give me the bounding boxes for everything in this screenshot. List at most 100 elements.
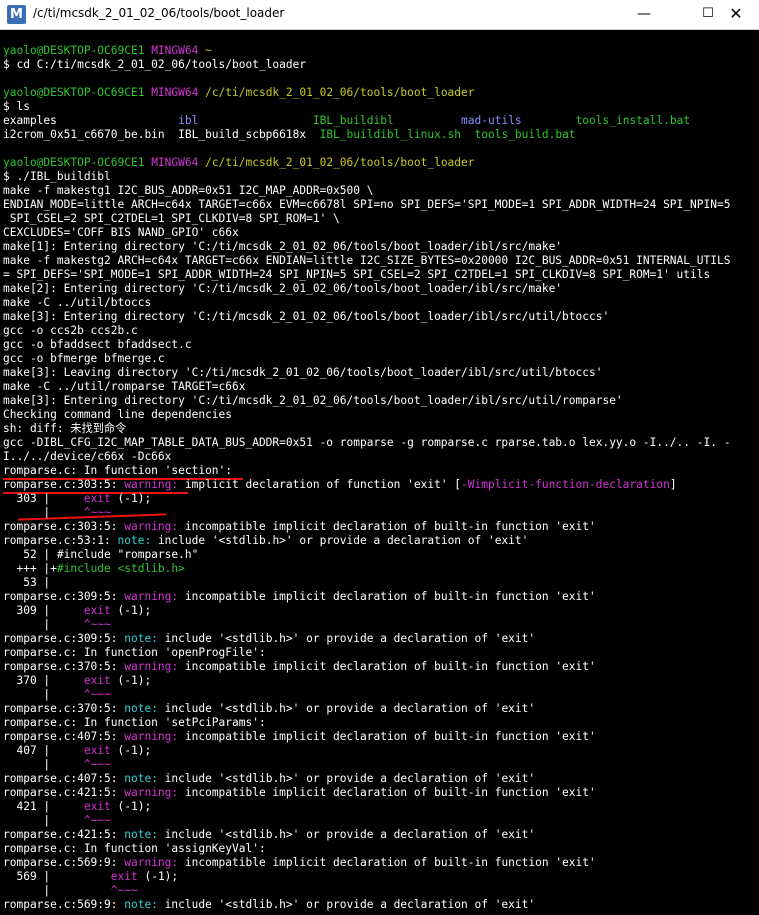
terminal-line: 52 | #include "romparse.h": [3, 548, 198, 562]
terminal-line: yaolo@DESKTOP-OC69CE1 MINGW64 /c/ti/mcsd…: [3, 86, 475, 100]
terminal-line: I../../device/c66x -Dc66x: [3, 450, 171, 464]
terminal-line: | ^~~~: [3, 814, 111, 828]
terminal-text: note:: [124, 772, 158, 785]
terminal-line: make -f makestg2 ARCH=c64x TARGET=c66x E…: [3, 254, 730, 268]
terminal-line: make[1]: Entering directory 'C:/ti/mcsdk…: [3, 240, 562, 254]
terminal-text: include '<stdlib.h>' or provide a declar…: [151, 534, 529, 547]
terminal-output[interactable]: yaolo@DESKTOP-OC69CE1 MINGW64 ~ $ cd C:/t…: [0, 30, 759, 915]
terminal-text: |: [3, 618, 84, 631]
terminal-text: incompatible implicit declaration of bui…: [178, 856, 596, 869]
terminal-text: I../../device/c66x -Dc66x: [3, 450, 172, 463]
terminal-text: (-1);: [110, 674, 152, 687]
terminal-line: 421 | exit (-1);: [3, 800, 151, 814]
terminal-text: implicit declaration of function 'exit' …: [178, 478, 462, 491]
terminal-text: romparse.c:421:5:: [3, 828, 125, 841]
terminal-line: 309 | exit (-1);: [3, 604, 151, 618]
terminal-line: SPI_CSEL=2 SPI_C2TDEL=1 SPI_CLKDIV=8 SPI…: [3, 212, 340, 226]
terminal-text: tools_build.bat: [474, 128, 576, 141]
terminal-line: = SPI_DEFS='SPI_MODE=1 SPI_ADDR_WIDTH=24…: [3, 268, 710, 282]
terminal-text: ^~~~: [83, 814, 111, 827]
terminal-line: romparse.c: In function 'setPciParams':: [3, 716, 266, 730]
title-bar[interactable]: M /c/ti/mcsdk_2_01_02_06/tools/boot_load…: [0, 0, 759, 30]
terminal-text: romparse.c:421:5:: [3, 786, 125, 799]
terminal-line: romparse.c: In function 'openProgFile':: [3, 646, 266, 660]
terminal-text: IBL_buildibl: [312, 114, 394, 127]
terminal-text: MINGW64: [151, 44, 206, 57]
terminal-line: romparse.c:407:5: warning: incompatible …: [3, 730, 596, 744]
terminal-text: 303 |: [3, 492, 84, 505]
terminal-text: gcc -o ccs2b ccs2b.c: [3, 324, 138, 337]
terminal-text: note:: [124, 828, 158, 841]
terminal-text: romparse.c:303:5:: [3, 478, 125, 491]
terminal-line: | ^~~~: [3, 506, 110, 520]
terminal-text: warning:: [124, 520, 179, 533]
terminal-text: exit: [83, 492, 111, 505]
terminal-text: (-1);: [110, 604, 152, 617]
terminal-line: | ^~~~: [3, 688, 110, 702]
terminal-line: romparse.c:407:5: note: include '<stdlib…: [3, 772, 535, 786]
terminal-text: exit: [83, 800, 111, 813]
terminal-text: gcc -DIBL_CFG_I2C_MAP_TABLE_DATA_BUS_ADD…: [3, 436, 731, 449]
terminal-line: yaolo@DESKTOP-OC69CE1 MINGW64 ~: [3, 44, 212, 58]
window-title: /c/ti/mcsdk_2_01_02_06/tools/boot_loader: [33, 6, 285, 20]
terminal-text: examples: [3, 114, 179, 127]
terminal-text: |: [3, 814, 84, 827]
terminal-text: romparse.c:407:5:: [3, 730, 125, 743]
terminal-text: make -C ../util/btoccs: [3, 296, 152, 309]
terminal-text: 421 |: [3, 800, 84, 813]
terminal-line: gcc -o bfmerge bfmerge.c: [3, 352, 165, 366]
terminal-text: exit: [110, 870, 138, 883]
terminal-line: romparse.c:309:5: note: include '<stdlib…: [3, 632, 535, 646]
terminal-line: 569 | exit (-1);: [3, 870, 178, 884]
terminal-text: make[1]: Entering directory 'C:/ti/mcsdk…: [3, 240, 563, 253]
terminal-line: make -f makestg1 I2C_BUS_ADDR=0x51 I2C_M…: [3, 184, 373, 198]
terminal-text: ^~~~: [110, 884, 138, 897]
terminal-text: romparse.c: In function 'openProgFile':: [3, 646, 266, 659]
terminal-text: ^~~~: [83, 618, 111, 631]
minimize-button[interactable]: —: [621, 0, 667, 29]
terminal-text: warning:: [124, 730, 179, 743]
mingw-app-icon[interactable]: M: [7, 5, 26, 24]
terminal-text: incompatible implicit declaration of bui…: [178, 786, 596, 799]
terminal-text: ]: [669, 478, 677, 491]
terminal-text: make[2]: Entering directory 'C:/ti/mcsdk…: [3, 282, 563, 295]
terminal-text: romparse.c:407:5:: [3, 772, 125, 785]
terminal-line: romparse.c:370:5: warning: incompatible …: [3, 660, 596, 674]
terminal-line: $ ls: [3, 100, 30, 114]
terminal-text: warning:: [124, 856, 179, 869]
terminal-text: include '<stdlib.h>' or provide a declar…: [157, 828, 536, 841]
close-button[interactable]: ✕: [713, 0, 759, 29]
terminal-window: M /c/ti/mcsdk_2_01_02_06/tools/boot_load…: [0, 0, 759, 915]
terminal-text: exit: [83, 604, 111, 617]
terminal-text: |: [3, 506, 84, 519]
terminal-text: SPI_CSEL=2 SPI_C2TDEL=1 SPI_CLKDIV=8 SPI…: [3, 212, 340, 225]
terminal-text: romparse.c:53:1:: [3, 534, 118, 547]
terminal-text: 407 |: [3, 744, 84, 757]
terminal-text: mad-utils: [461, 114, 522, 127]
terminal-text: exit: [83, 674, 111, 687]
terminal-line: CEXCLUDES='COFF BIS NAND_GPIO' c66x: [3, 226, 239, 240]
terminal-line: make -C ../util/romparse TARGET=c66x: [3, 380, 245, 394]
terminal-text: make -C ../util/romparse TARGET=c66x: [3, 380, 246, 393]
terminal-text: $ ./IBL_buildibl: [3, 170, 111, 183]
terminal-text: (-1);: [110, 492, 152, 505]
terminal-text: i2crom_0x51_c6670_be.bin IBL_build_scbp6…: [3, 128, 320, 141]
terminal-text: yaolo@DESKTOP-OC69CE1: [3, 156, 152, 169]
terminal-text: IBL_buildibl_linux.sh: [319, 128, 462, 141]
terminal-text: romparse.c:370:5:: [3, 660, 125, 673]
terminal-text: CEXCLUDES='COFF BIS NAND_GPIO' c66x: [3, 226, 239, 239]
terminal-line: i2crom_0x51_c6670_be.bin IBL_build_scbp6…: [3, 128, 576, 142]
terminal-text: gcc -o bfaddsect bfaddsect.c: [3, 338, 192, 351]
terminal-line: | ^~~~: [3, 758, 111, 772]
terminal-text: |: [3, 884, 111, 897]
terminal-text: note:: [117, 534, 152, 547]
terminal-text: ^~~~: [83, 758, 111, 771]
terminal-text: $ ls: [3, 100, 30, 113]
terminal-text: romparse.c:309:5:: [3, 590, 125, 603]
terminal-text: |: [3, 688, 84, 701]
terminal-text: MINGW64: [151, 156, 206, 169]
terminal-line: 53 |: [3, 576, 50, 590]
terminal-line: romparse.c:303:5: warning: implicit decl…: [3, 478, 677, 492]
